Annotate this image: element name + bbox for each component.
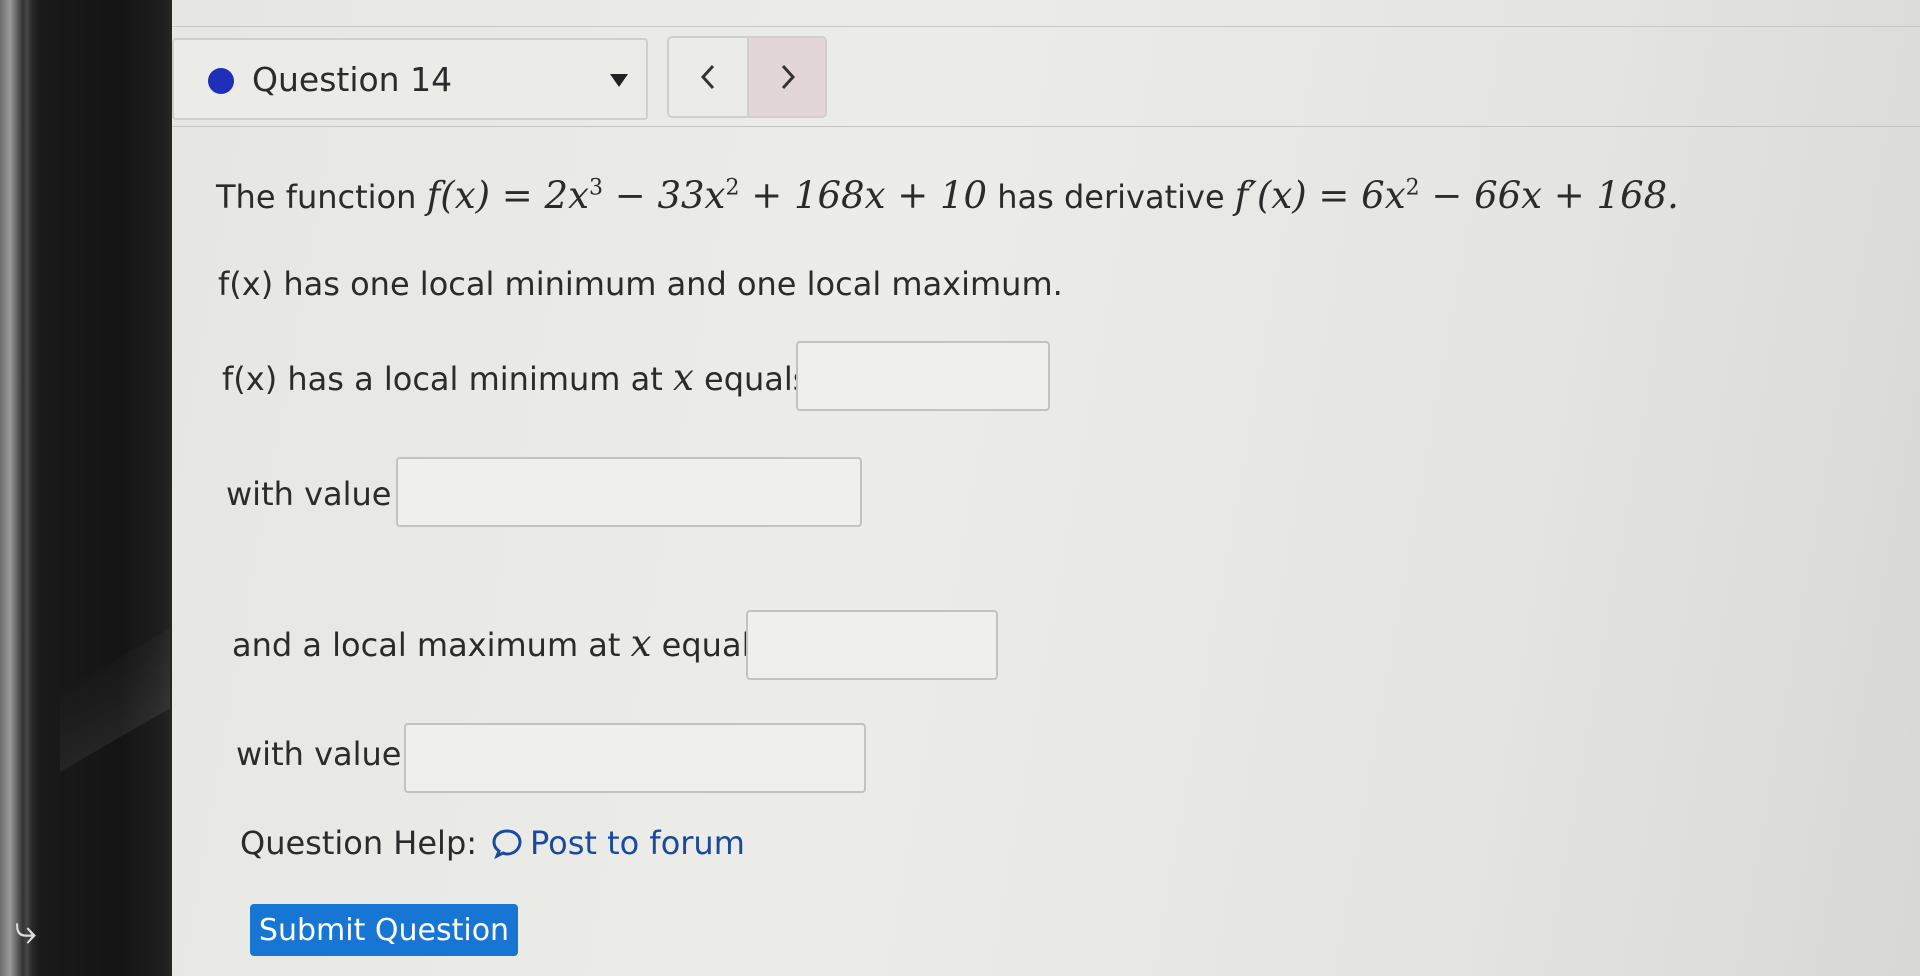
bezel-glint — [60, 628, 170, 772]
min-x-label: f(x) has a local minimum at x equals — [222, 356, 810, 399]
submit-question-button[interactable]: Submit Question — [250, 904, 518, 956]
monitor-bezel: ⤷ — [0, 0, 172, 976]
min-value-input[interactable] — [396, 457, 862, 527]
function-formula: f(x) = 2x3 − 33x2 + 168x + 10 — [426, 174, 988, 217]
extrema-statement: f(x) has one local minimum and one local… — [218, 265, 1063, 303]
min-value-label: with value — [226, 475, 392, 513]
question-body: The function f(x) = 2x3 − 33x2 + 168x + … — [172, 0, 1920, 976]
bezel-edge — [22, 0, 32, 976]
max-x-label: and a local maximum at x equals — [232, 622, 768, 665]
min-x-input[interactable] — [796, 341, 1050, 411]
speech-bubble-icon — [492, 829, 522, 860]
post-to-forum-link[interactable]: Post to forum — [490, 823, 745, 863]
function-statement: The function f(x) = 2x3 − 33x2 + 168x + … — [216, 176, 1679, 217]
derivative-formula: f′(x) = 6x2 − 66x + 168. — [1234, 174, 1679, 217]
intro-text: The function — [216, 178, 417, 216]
screen: Question 14 The function f(x) = 2x3 − 33… — [172, 0, 1920, 976]
max-x-input[interactable] — [746, 610, 998, 680]
max-value-label: with value — [236, 735, 402, 773]
question-help-label: Question Help: — [240, 824, 478, 862]
corner-icon: ⤷ — [14, 907, 38, 953]
connector-text: has derivative — [997, 178, 1225, 216]
forum-link-text: Post to forum — [530, 824, 745, 862]
max-value-input[interactable] — [404, 723, 866, 793]
